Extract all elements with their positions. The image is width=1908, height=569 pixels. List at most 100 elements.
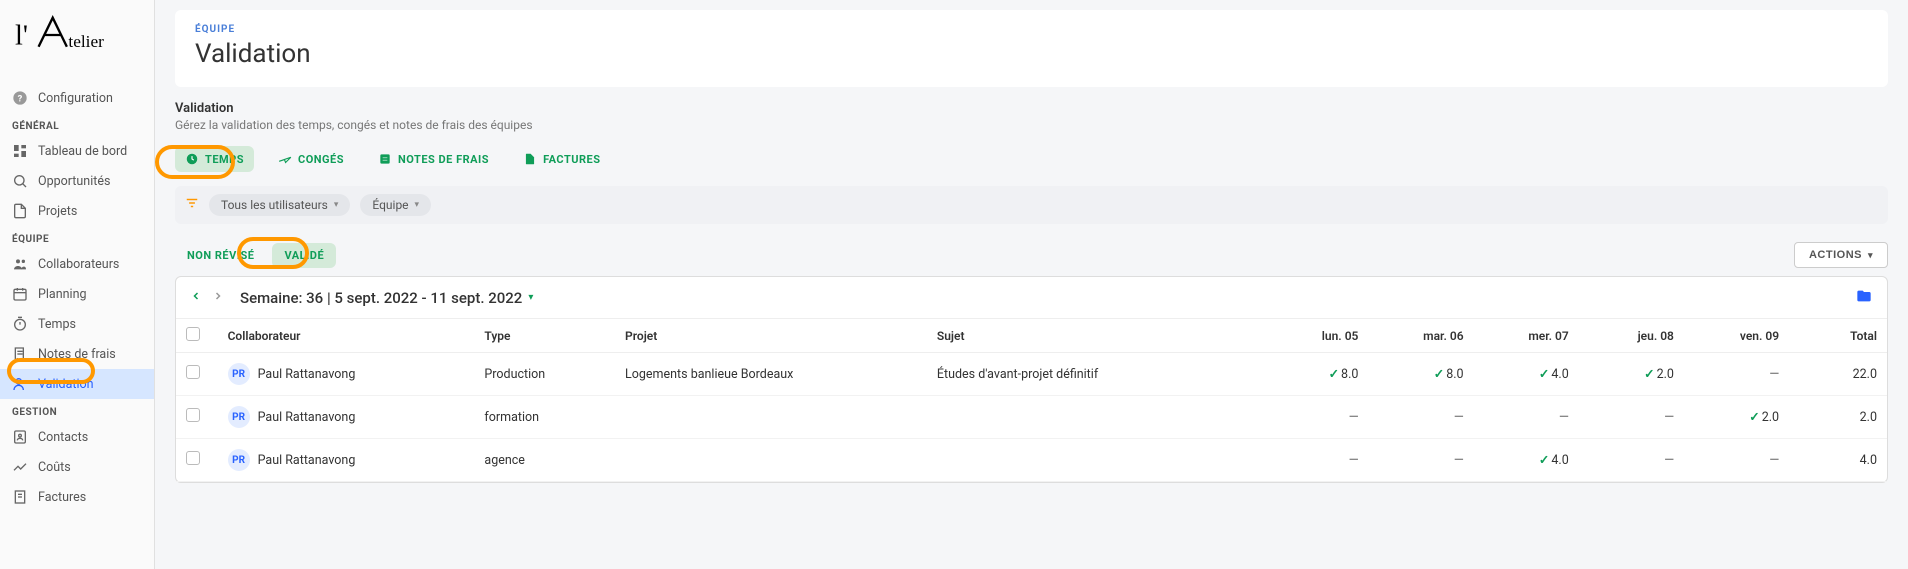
sidebar-item-tableau-de-bord[interactable]: Tableau de bord bbox=[0, 136, 154, 166]
sidebar-item-notes-de-frais[interactable]: Notes de frais bbox=[0, 339, 154, 369]
day-cell: — bbox=[1368, 396, 1473, 439]
collaborator-cell: PRPaul Rattanavong bbox=[228, 363, 465, 385]
day-cell: ✓4.0 bbox=[1474, 353, 1579, 396]
section-header: Validation Gérez la validation des temps… bbox=[175, 101, 1888, 132]
chip-label: Équipe bbox=[372, 198, 408, 212]
sidebar-item-factures[interactable]: Factures bbox=[0, 482, 154, 512]
collaborator-cell: PRPaul Rattanavong bbox=[228, 406, 465, 428]
file-icon bbox=[523, 152, 537, 166]
tab-label: CONGÉS bbox=[298, 153, 344, 166]
sidebar-item-label: Projets bbox=[38, 204, 77, 219]
col-projet[interactable]: Projet bbox=[615, 319, 927, 353]
note-icon bbox=[378, 152, 392, 166]
day-cell: — bbox=[1474, 396, 1579, 439]
sidebar-item-projets[interactable]: Projets bbox=[0, 196, 154, 226]
day-cell: — bbox=[1579, 439, 1684, 482]
subtab-non-revise[interactable]: NON RÉVISÉ bbox=[175, 243, 266, 268]
actions-button[interactable]: ACTIONS bbox=[1794, 242, 1888, 268]
row-checkbox[interactable] bbox=[186, 408, 200, 422]
col-collaborateur[interactable]: Collaborateur bbox=[218, 319, 475, 353]
page-title: Validation bbox=[195, 39, 1868, 69]
subtab-valide[interactable]: VALIDÉ bbox=[272, 243, 336, 268]
week-label-text: Semaine: 36 | 5 sept. 2022 - 11 sept. 20… bbox=[240, 289, 522, 307]
chart-icon bbox=[12, 459, 28, 475]
day-cell: — bbox=[1263, 439, 1368, 482]
subject-cell: Études d'avant-projet définitif bbox=[927, 353, 1263, 396]
sidebar-item-opportunités[interactable]: Opportunités bbox=[0, 166, 154, 196]
logo: l' telier bbox=[0, 0, 154, 83]
row-checkbox[interactable] bbox=[186, 451, 200, 465]
clock-icon bbox=[185, 152, 199, 166]
table-row[interactable]: PRPaul Rattanavongformation————✓2.02.0 bbox=[176, 396, 1887, 439]
user-check-icon bbox=[12, 376, 28, 392]
total-cell: 2.0 bbox=[1789, 396, 1887, 439]
logo-svg: l' telier bbox=[15, 10, 125, 60]
row-checkbox[interactable] bbox=[186, 365, 200, 379]
day-cell: — bbox=[1684, 439, 1789, 482]
folder-icon[interactable] bbox=[1855, 288, 1873, 308]
day-cell: ✓4.0 bbox=[1474, 439, 1579, 482]
col-day-2[interactable]: mar. 06 bbox=[1368, 319, 1473, 353]
main-content: ÉQUIPE Validation Validation Gérez la va… bbox=[155, 0, 1908, 569]
sidebar-item-coûts[interactable]: Coûts bbox=[0, 452, 154, 482]
page-header: ÉQUIPE Validation bbox=[175, 10, 1888, 87]
tab-notes-de-frais[interactable]: NOTES DE FRAIS bbox=[368, 146, 499, 172]
section-subtitle: Gérez la validation des temps, congés et… bbox=[175, 118, 1888, 132]
col-day-1[interactable]: lun. 05 bbox=[1263, 319, 1368, 353]
day-cell: ✓8.0 bbox=[1368, 353, 1473, 396]
tab-label: NOTES DE FRAIS bbox=[398, 153, 489, 166]
tab-label: FACTURES bbox=[543, 153, 600, 166]
sidebar-item-planning[interactable]: Planning bbox=[0, 279, 154, 309]
invoice-icon bbox=[12, 489, 28, 505]
subject-cell bbox=[927, 439, 1263, 482]
timesheet-table: Collaborateur Type Projet Sujet lun. 05 … bbox=[176, 319, 1887, 482]
table-row[interactable]: PRPaul Rattanavongagence——✓4.0——4.0 bbox=[176, 439, 1887, 482]
sidebar-item-label: Temps bbox=[38, 317, 76, 332]
projects-icon bbox=[12, 203, 28, 219]
tab-congés[interactable]: CONGÉS bbox=[268, 146, 354, 172]
day-cell: ✓2.0 bbox=[1579, 353, 1684, 396]
collaborator-cell: PRPaul Rattanavong bbox=[228, 449, 465, 471]
table-card: Semaine: 36 | 5 sept. 2022 - 11 sept. 20… bbox=[175, 276, 1888, 483]
total-cell: 22.0 bbox=[1789, 353, 1887, 396]
sidebar-item-contacts[interactable]: Contacts bbox=[0, 422, 154, 452]
table-row[interactable]: PRPaul RattanavongProductionLogements ba… bbox=[176, 353, 1887, 396]
svg-text:?: ? bbox=[18, 93, 23, 104]
filter-chip-team[interactable]: Équipe bbox=[360, 194, 431, 216]
sidebar-item-label: Configuration bbox=[38, 91, 113, 106]
users-icon bbox=[12, 256, 28, 272]
filter-chip-users[interactable]: Tous les utilisateurs bbox=[209, 194, 350, 216]
day-cell: ✓2.0 bbox=[1684, 396, 1789, 439]
col-day-4[interactable]: jeu. 08 bbox=[1579, 319, 1684, 353]
sidebar-item-label: Notes de frais bbox=[38, 347, 116, 362]
col-total[interactable]: Total bbox=[1789, 319, 1887, 353]
total-cell: 4.0 bbox=[1789, 439, 1887, 482]
col-type[interactable]: Type bbox=[474, 319, 615, 353]
collaborator-name: Paul Rattanavong bbox=[258, 410, 356, 425]
sidebar-item-label: Collaborateurs bbox=[38, 257, 119, 272]
chip-label: Tous les utilisateurs bbox=[221, 198, 328, 212]
prev-week-button[interactable] bbox=[190, 287, 202, 308]
checkbox-all[interactable] bbox=[186, 327, 200, 341]
col-day-5[interactable]: ven. 09 bbox=[1684, 319, 1789, 353]
col-sujet[interactable]: Sujet bbox=[927, 319, 1263, 353]
tab-factures[interactable]: FACTURES bbox=[513, 146, 610, 172]
tab-temps[interactable]: TEMPS bbox=[175, 146, 254, 172]
project-cell bbox=[615, 396, 927, 439]
project-cell: Logements banlieue Bordeaux bbox=[615, 353, 927, 396]
sidebar-item-label: Factures bbox=[38, 490, 86, 505]
calendar-icon bbox=[12, 286, 28, 302]
day-cell: — bbox=[1579, 396, 1684, 439]
sidebar-item-collaborateurs[interactable]: Collaborateurs bbox=[0, 249, 154, 279]
week-selector[interactable]: Semaine: 36 | 5 sept. 2022 - 11 sept. 20… bbox=[240, 289, 533, 307]
day-cell: ✓8.0 bbox=[1263, 353, 1368, 396]
tabs: TEMPS CONGÉS NOTES DE FRAIS FACTURES bbox=[175, 146, 1888, 172]
sidebar-item-label: Tableau de bord bbox=[38, 144, 127, 159]
sidebar-item-label: Opportunités bbox=[38, 174, 110, 189]
sidebar-item-temps[interactable]: Temps bbox=[0, 309, 154, 339]
col-day-3[interactable]: mer. 07 bbox=[1474, 319, 1579, 353]
filter-icon[interactable] bbox=[185, 196, 199, 214]
next-week-button[interactable] bbox=[212, 287, 224, 308]
sidebar-item-configuration[interactable]: ? Configuration bbox=[0, 83, 154, 113]
sidebar-item-validation[interactable]: Validation bbox=[0, 369, 154, 399]
